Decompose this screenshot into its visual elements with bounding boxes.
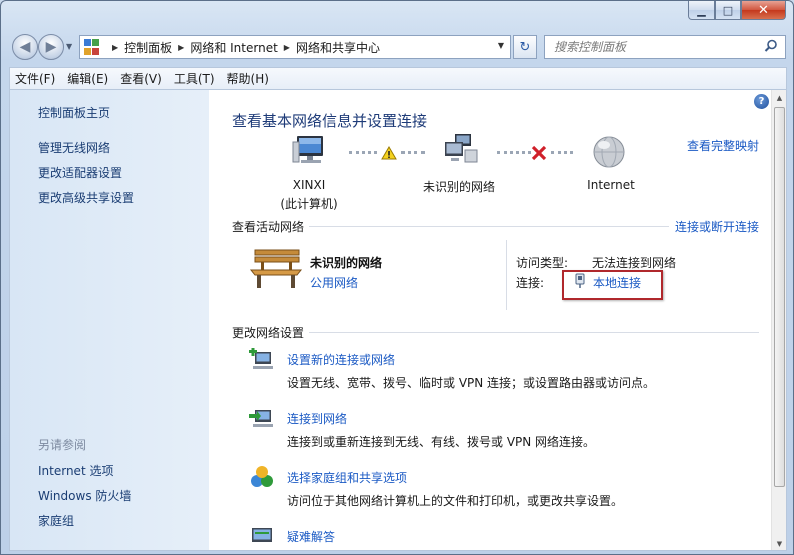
menu-edit[interactable]: 编辑(E) — [62, 70, 113, 87]
search-box[interactable] — [544, 35, 786, 59]
sidebar-homegroup[interactable]: 家庭组 — [38, 512, 74, 529]
connect-to-network-desc: 连接到或重新连接到无线、有线、拨号或 VPN 网络连接。 — [287, 435, 596, 449]
node-computer-sub: (此计算机) — [280, 197, 338, 211]
navigation-bar: ◀ ▶ ▼ ▶ 控制面板 ▶ 网络和 Internet ▶ 网络和共享中心 ▼ … — [1, 31, 794, 63]
connect-to-network-link[interactable]: 连接到网络 — [287, 410, 347, 427]
back-button[interactable]: ◀ — [12, 34, 38, 60]
chevron-right-icon[interactable]: ▶ — [284, 43, 290, 52]
sidebar-change-adapter[interactable]: 更改适配器设置 — [38, 164, 122, 181]
node-internet-name: Internet — [587, 178, 635, 192]
troubleshoot-link[interactable]: 疑难解答 — [287, 528, 335, 545]
setup-new-connection-desc: 设置无线、宽带、拨号、临时或 VPN 连接；或设置路由器或访问点。 — [287, 376, 656, 390]
active-networks-header: 查看活动网络 — [232, 220, 305, 234]
node-computer-name: XINXI — [292, 178, 326, 192]
see-full-map-link[interactable]: 查看完整映射 — [687, 137, 759, 154]
access-type-label: 访问类型: — [516, 256, 569, 270]
back-arrow-icon: ◀ — [19, 39, 31, 55]
new-connection-icon — [249, 348, 273, 369]
node-network-name: 未识别的网络 — [422, 180, 495, 194]
network-type-link[interactable]: 公用网络 — [310, 274, 358, 291]
link-line — [401, 151, 425, 154]
menu-bar: 文件(F) 编辑(E) 查看(V) 工具(T) 帮助(H) — [9, 67, 787, 89]
breadcrumb-control-panel[interactable]: 控制面板 — [124, 39, 172, 56]
local-connection-link[interactable]: 本地连接 — [593, 274, 641, 291]
computer-icon — [292, 136, 323, 163]
maximize-icon: □ — [722, 3, 734, 17]
unidentified-network-icon — [445, 134, 478, 163]
sidebar-internet-options[interactable]: Internet 选项 — [38, 462, 113, 479]
menu-help[interactable]: 帮助(H) — [222, 70, 274, 87]
search-icon[interactable] — [764, 39, 778, 53]
breadcrumb-network-sharing-center[interactable]: 网络和共享中心 — [296, 39, 380, 56]
divider — [506, 240, 507, 310]
close-button[interactable]: ✕ — [741, 1, 786, 20]
menu-view[interactable]: 查看(V) — [115, 70, 167, 87]
main-panel: 查看基本网络信息并设置连接 查看完整映射 XINXI (此计算机) 未识别的网络… — [209, 90, 773, 550]
caption-buttons: ▁ □ ✕ — [688, 1, 786, 20]
refresh-button[interactable]: ↻ — [513, 35, 537, 59]
change-settings-header: 更改网络设置 — [232, 326, 305, 340]
search-input[interactable] — [545, 36, 755, 58]
see-also-title: 另请参阅 — [38, 438, 87, 452]
breadcrumb: ▶ 控制面板 ▶ 网络和 Internet ▶ 网络和共享中心 — [106, 39, 380, 56]
control-panel-icon — [84, 39, 100, 55]
divider — [309, 226, 669, 227]
forward-button[interactable]: ▶ — [38, 34, 64, 60]
menu-file[interactable]: 文件(F) — [10, 70, 60, 87]
help-button[interactable]: ? — [754, 94, 769, 109]
address-bar[interactable]: ▶ 控制面板 ▶ 网络和 Internet ▶ 网络和共享中心 ▼ — [79, 35, 511, 59]
internet-globe-icon — [593, 136, 625, 168]
connections-label: 连接: — [516, 276, 545, 290]
breadcrumb-network-internet[interactable]: 网络和 Internet — [190, 39, 277, 56]
ethernet-connection-icon — [575, 273, 585, 288]
window-frame: ▁ □ ✕ ◀ ▶ ▼ ▶ 控制面板 ▶ 网络和 Internet ▶ 网络和共… — [0, 0, 794, 555]
disconnected-x-icon — [531, 145, 547, 161]
homegroup-sharing-link[interactable]: 选择家庭组和共享选项 — [287, 469, 407, 486]
sidebar-control-panel-home[interactable]: 控制面板主页 — [38, 104, 110, 121]
sidebar-advanced-sharing[interactable]: 更改高级共享设置 — [38, 189, 134, 206]
address-dropdown-button[interactable]: ▼ — [498, 41, 504, 50]
forward-arrow-icon: ▶ — [45, 39, 57, 55]
menu-tools[interactable]: 工具(T) — [169, 70, 220, 87]
scroll-up-arrow-icon[interactable]: ▲ — [772, 90, 786, 106]
sidebar: 控制面板主页 管理无线网络 更改适配器设置 更改高级共享设置 另请参阅 Inte… — [10, 90, 209, 550]
warning-icon — [381, 146, 397, 160]
vertical-scrollbar[interactable]: ▲ ▼ — [771, 90, 786, 550]
homegroup-sharing-desc: 访问位于其他网络计算机上的文件和打印机，或更改共享设置。 — [287, 494, 624, 508]
close-icon: ✕ — [758, 2, 769, 18]
public-network-bench-icon — [249, 249, 303, 288]
scrollbar-thumb[interactable] — [774, 107, 785, 487]
chevron-right-icon[interactable]: ▶ — [178, 43, 184, 52]
maximize-button[interactable]: □ — [715, 1, 741, 20]
page-title: 查看基本网络信息并设置连接 — [232, 112, 428, 130]
homegroup-icon — [251, 466, 273, 487]
setup-new-connection-link[interactable]: 设置新的连接或网络 — [287, 351, 395, 368]
sidebar-manage-wireless[interactable]: 管理无线网络 — [38, 139, 110, 156]
content-area: 控制面板主页 管理无线网络 更改适配器设置 更改高级共享设置 另请参阅 Inte… — [9, 89, 787, 551]
connect-to-network-icon — [249, 410, 273, 427]
link-line — [349, 151, 377, 154]
link-line — [551, 151, 573, 154]
recent-pages-dropdown[interactable]: ▼ — [66, 42, 72, 51]
connect-disconnect-link[interactable]: 连接或断开连接 — [675, 218, 759, 235]
sidebar-windows-firewall[interactable]: Windows 防火墙 — [38, 487, 131, 504]
access-type-value: 无法连接到网络 — [592, 256, 677, 270]
link-line — [497, 151, 531, 154]
refresh-icon: ↻ — [519, 39, 531, 55]
minimize-button[interactable]: ▁ — [688, 1, 715, 20]
minimize-icon: ▁ — [697, 3, 706, 17]
active-network-name: 未识别的网络 — [310, 256, 383, 270]
divider — [309, 332, 759, 333]
help-icon: ? — [758, 96, 765, 107]
chevron-right-icon[interactable]: ▶ — [112, 43, 118, 52]
troubleshoot-icon — [252, 528, 272, 542]
scroll-down-arrow-icon[interactable]: ▼ — [772, 536, 786, 550]
